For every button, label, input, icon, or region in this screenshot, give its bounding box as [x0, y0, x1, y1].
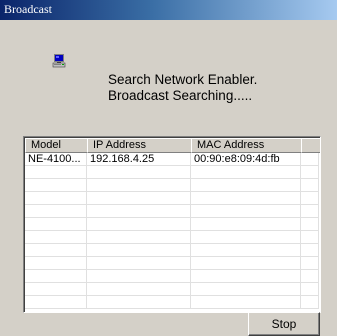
device-list[interactable]: Model IP Address MAC Address NE-4100... …	[23, 136, 321, 313]
window-title: Broadcast	[4, 2, 52, 16]
table-row[interactable]	[25, 283, 319, 296]
list-header: Model IP Address MAC Address	[25, 138, 320, 153]
table-row[interactable]: NE-4100... 192.168.4.25 00:90:e8:09:4d:f…	[25, 153, 319, 166]
status-message-line2: Broadcast Searching.....	[108, 88, 253, 103]
column-header-mac-address[interactable]: MAC Address	[191, 138, 302, 153]
table-row[interactable]	[25, 270, 319, 283]
column-header-model[interactable]: Model	[25, 138, 88, 153]
dialog-body: Search Network Enabler. Broadcast Search…	[0, 20, 337, 336]
cell-extra	[301, 153, 319, 165]
table-row[interactable]	[25, 166, 319, 179]
cell-ip-address: 192.168.4.25	[87, 153, 191, 165]
table-row[interactable]	[25, 231, 319, 244]
column-header-extra[interactable]	[301, 138, 320, 153]
table-row[interactable]	[25, 218, 319, 231]
title-bar[interactable]: Broadcast	[0, 0, 337, 20]
list-rows: NE-4100... 192.168.4.25 00:90:e8:09:4d:f…	[25, 153, 319, 309]
table-row[interactable]	[25, 296, 319, 309]
cell-model: NE-4100...	[25, 153, 87, 165]
table-row[interactable]	[25, 257, 319, 270]
network-computer-icon	[52, 54, 66, 68]
table-row[interactable]	[25, 179, 319, 192]
column-header-ip-address[interactable]: IP Address	[87, 138, 192, 153]
table-row[interactable]	[25, 192, 319, 205]
status-message-line1: Search Network Enabler.	[108, 72, 258, 87]
table-row[interactable]	[25, 244, 319, 257]
stop-button[interactable]: Stop	[248, 312, 320, 336]
cell-mac-address: 00:90:e8:09:4d:fb	[191, 153, 301, 165]
table-row[interactable]	[25, 205, 319, 218]
